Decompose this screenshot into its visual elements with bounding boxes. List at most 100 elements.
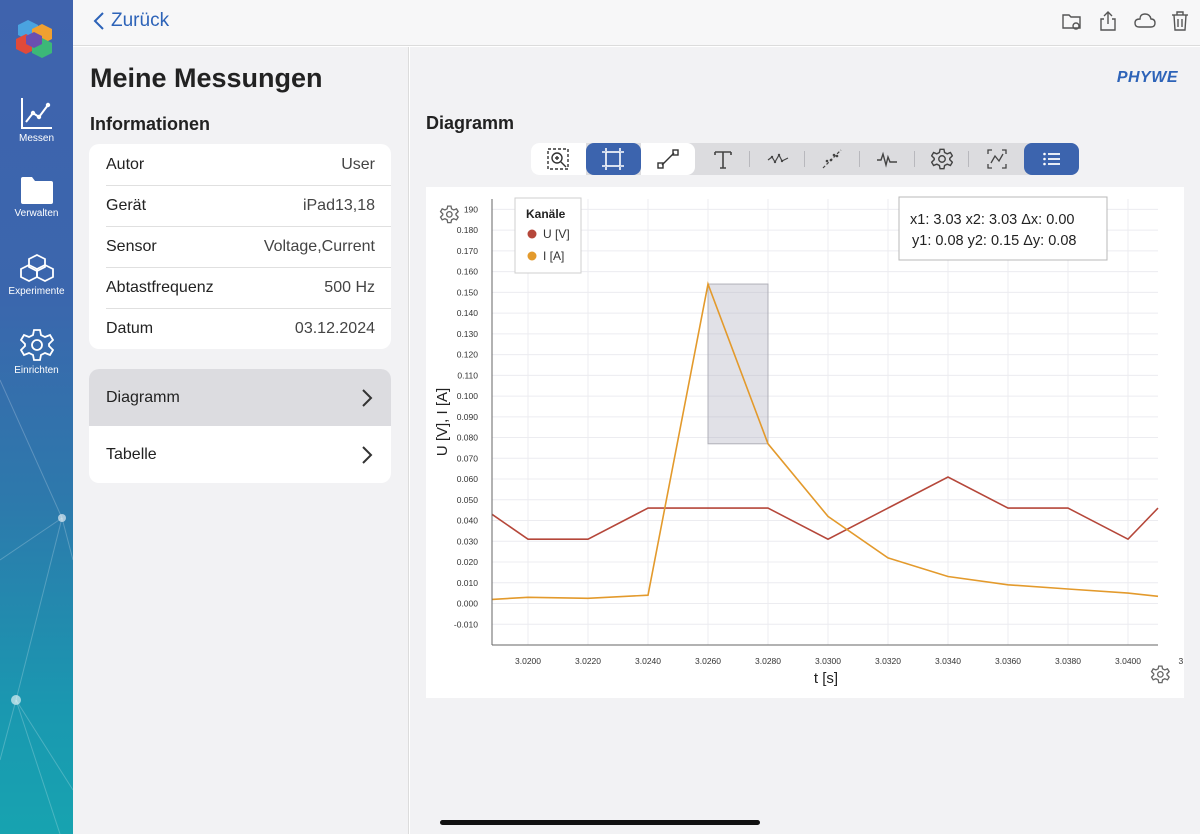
y-tick-label: 0.160 — [457, 267, 479, 277]
info-key: Datum — [106, 319, 154, 337]
series-line-voltage — [491, 476, 1159, 541]
sidebar-item-verwalten[interactable]: Verwalten — [0, 175, 73, 219]
view-label: Tabelle — [106, 445, 157, 463]
info-row-sample-rate: Abtastfrequenz 500 Hz — [89, 267, 391, 308]
info-row-sensor: Sensor Voltage,Current — [89, 226, 391, 267]
info-row-date: Datum 03.12.2024 — [89, 308, 391, 349]
folder-icon — [20, 177, 53, 204]
measurements-panel: Meine Messungen Informationen Autor User… — [73, 47, 409, 834]
sidebar-item-label: Einrichten — [14, 365, 59, 376]
y-tick-label: 0.090 — [457, 412, 479, 422]
y-tick-label: 0.120 — [457, 350, 479, 360]
info-row-author: Autor User — [89, 144, 391, 185]
sidebar: Messen Verwalten Experimente Einrichten — [0, 0, 73, 834]
y-tick-label: 0.180 — [457, 225, 479, 235]
info-row-device: Gerät iPad13,18 — [89, 185, 391, 226]
y-tick-label: -0.010 — [454, 619, 478, 629]
view-item-tabelle[interactable]: Tabelle — [89, 426, 391, 483]
series-line-current — [491, 281, 1159, 601]
y-tick-label: 0.100 — [457, 391, 479, 401]
y-tick-label: 190 — [464, 204, 478, 214]
chart-card[interactable]: 190 0.180 0.170 0.160 0.150 0.140 0.130 0.120 0.… — [426, 187, 1184, 698]
x-tick-label: 3.0360 — [995, 656, 1021, 666]
x-tick-label: 3.0400 — [1115, 656, 1141, 666]
y-tick-label: 0.020 — [457, 557, 479, 567]
y-tick-label: 0.110 — [457, 370, 478, 380]
y-tick-label: 0.130 — [457, 329, 479, 339]
legend: Kanäle U [V] I [A] — [514, 197, 582, 274]
cursor-readout: x1: 3.03 x2: 3.03 Δx: 0.00 y1: 0.08 y2: … — [898, 196, 1108, 261]
y-tick-label: 0.000 — [457, 599, 479, 609]
x-axis-settings-icon[interactable] — [1150, 665, 1170, 684]
diagram-panel: PHYWE Diagramm 190 0.180 0.170 0.160 0.1… — [410, 47, 1200, 834]
x-tick-label: 3.0260 — [695, 656, 721, 666]
gear-icon — [19, 329, 54, 361]
smooth-button[interactable] — [750, 143, 805, 175]
legend-title: Kanäle — [526, 207, 566, 221]
trash-icon[interactable] — [1170, 10, 1190, 32]
legend-swatch-current — [527, 251, 537, 261]
back-button[interactable]: Zurück — [93, 10, 169, 32]
view-selector: Diagramm Tabelle — [89, 369, 391, 483]
fit-button[interactable] — [805, 143, 860, 175]
chart-line-icon — [20, 98, 52, 129]
select-area-icon — [602, 148, 625, 170]
zoom-icon — [547, 148, 570, 170]
info-value: Voltage,Current — [263, 237, 375, 255]
top-bar: Zurück — [73, 0, 1200, 46]
share-icon[interactable] — [1098, 10, 1118, 32]
info-key: Abtastfrequenz — [106, 278, 214, 296]
info-value: User — [341, 155, 375, 173]
signal-icon — [877, 151, 898, 168]
chevron-right-icon — [362, 445, 373, 464]
x-tick-label: 3.0200 — [515, 656, 541, 666]
chart-settings-button[interactable] — [915, 143, 970, 175]
info-key: Sensor — [106, 237, 157, 255]
sidebar-item-label: Experimente — [8, 286, 65, 297]
x-tick-label: 3.0280 — [755, 656, 781, 666]
sidebar-item-label: Verwalten — [14, 208, 59, 219]
view-item-diagramm[interactable]: Diagramm — [89, 369, 391, 426]
sidebar-item-messen[interactable]: Messen — [0, 96, 73, 144]
x-tick-label: 3.0320 — [875, 656, 901, 666]
smooth-icon — [767, 153, 788, 164]
zoom-tool-button[interactable] — [531, 143, 586, 175]
view-label: Diagramm — [106, 388, 180, 406]
x-axis-label: t [s] — [814, 670, 838, 687]
info-value: 03.12.2024 — [294, 319, 375, 337]
x-tick-label: 3.0340 — [935, 656, 961, 666]
x-tick-label: 3.0300 — [815, 656, 841, 666]
y-tick-labels: 190 0.180 0.170 0.160 0.150 0.140 0.130 0.120 0.… — [454, 204, 478, 629]
sidebar-item-einrichten[interactable]: Einrichten — [0, 328, 73, 376]
y-tick-label: 0.140 — [457, 308, 479, 318]
info-key: Gerät — [106, 196, 147, 214]
y-tick-label: 0.080 — [457, 433, 479, 443]
derivative-icon — [987, 149, 1007, 169]
folder-settings-icon[interactable] — [1062, 10, 1082, 32]
derivative-button[interactable] — [969, 143, 1024, 175]
cloud-icon[interactable] — [1134, 10, 1156, 32]
text-tool-button[interactable] — [695, 143, 750, 175]
x-tick-label: 3.0380 — [1055, 656, 1081, 666]
y-axis-label: U [V], I [A] — [434, 388, 451, 456]
x-tick-label: 3.0240 — [635, 656, 661, 666]
settings-icon — [930, 148, 953, 170]
axis-settings-icon[interactable] — [439, 205, 459, 224]
x-tick-labels: 3.0200 3.0220 3.0240 3.0260 3.0280 3.0300 3.03… — [515, 656, 1184, 666]
list-icon — [1042, 152, 1060, 166]
list-button[interactable] — [1024, 143, 1079, 175]
x-tick-label: 3.0220 — [575, 656, 601, 666]
section-title: Informationen — [90, 114, 210, 134]
series-layer — [491, 281, 1159, 601]
info-value: iPad13,18 — [302, 196, 375, 214]
select-area-button[interactable] — [585, 143, 641, 175]
signal-button[interactable] — [860, 143, 915, 175]
line-tool-button[interactable] — [640, 143, 696, 175]
top-actions — [1062, 10, 1190, 32]
diagram-title: Diagramm — [426, 113, 515, 133]
sidebar-item-experimente[interactable]: Experimente — [0, 253, 73, 297]
legend-label-current: I [A] — [543, 249, 564, 263]
readout-y: y1: 0.08 y2: 0.15 Δy: 0.08 — [912, 233, 1076, 249]
y-tick-label: 0.150 — [457, 287, 479, 297]
line-chart[interactable]: 190 0.180 0.170 0.160 0.150 0.140 0.130 0.120 0.… — [426, 187, 1184, 698]
